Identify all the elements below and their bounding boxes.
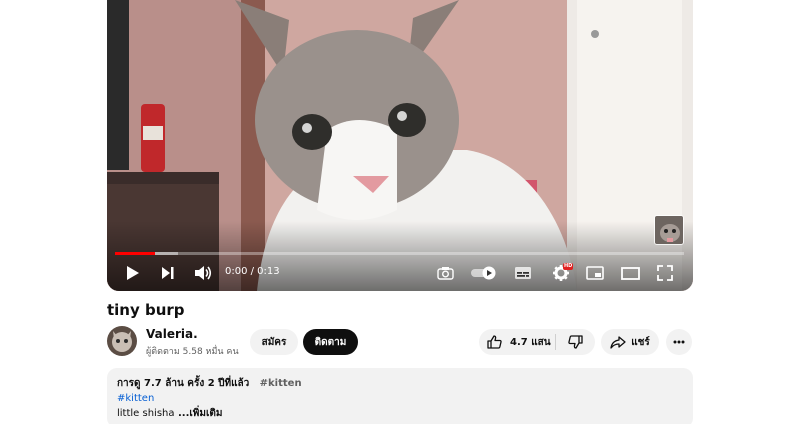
like-dislike-group: 4.7 แสน	[479, 329, 595, 355]
show-more-link[interactable]: ...เพิ่มเติม	[175, 408, 223, 419]
share-label: แชร์	[631, 336, 650, 348]
more-actions-button[interactable]	[666, 329, 692, 355]
settings-button[interactable]: HD	[548, 262, 574, 284]
dislike-button[interactable]	[556, 329, 595, 355]
description-text-line: little shisha ...เพิ่มเติม	[117, 406, 683, 421]
fullscreen-icon	[657, 265, 673, 281]
channel-avatar[interactable]	[107, 326, 137, 356]
camera-icon	[436, 267, 454, 280]
description-box[interactable]: การดู 7.7 ล้าน ครั้ง 2 ปีที่แล้ว #kitten…	[107, 368, 693, 424]
thumbs-up-icon	[487, 335, 502, 349]
subscriber-count: ผู้ติดตาม 5.58 หมื่น คน	[146, 347, 239, 357]
thumbs-down-icon	[568, 335, 583, 349]
join-button[interactable]: สมัคร	[250, 329, 298, 355]
skip-next-icon	[162, 267, 174, 279]
description-meta-line: การดู 7.7 ล้าน ครั้ง 2 ปีที่แล้ว #kitten	[117, 376, 683, 391]
hd-badge: HD	[563, 263, 574, 270]
like-count: 4.7 แสน	[510, 336, 551, 348]
play-icon	[127, 266, 139, 280]
theater-mode-icon	[620, 266, 640, 280]
miniplayer-button[interactable]	[584, 262, 606, 284]
channel-name[interactable]: Valeria.	[146, 327, 198, 341]
subtitles-icon	[515, 267, 531, 279]
more-icon	[673, 340, 685, 344]
autoplay-toggle-icon	[471, 266, 496, 280]
video-player[interactable]: 0:00 / 0:13 HD	[107, 0, 693, 291]
inline-hashtag[interactable]: #kitten	[260, 378, 302, 389]
like-button[interactable]: 4.7 แสน	[479, 329, 555, 355]
next-button[interactable]	[158, 262, 178, 284]
subtitles-button[interactable]	[513, 262, 533, 284]
autoplay-toggle[interactable]	[469, 262, 499, 284]
play-button[interactable]	[123, 262, 143, 284]
volume-button[interactable]	[192, 262, 214, 284]
progress-bar[interactable]	[115, 252, 684, 255]
fullscreen-button[interactable]	[654, 262, 676, 284]
video-title: tiny burp	[107, 301, 185, 319]
time-display: 0:00 / 0:13	[225, 266, 280, 277]
share-icon	[610, 335, 626, 349]
share-button[interactable]: แชร์	[601, 329, 659, 355]
preview-thumbnail[interactable]	[654, 215, 684, 245]
progress-fill	[115, 252, 155, 255]
hashtag-link[interactable]: #kitten	[117, 391, 683, 406]
screenshot-button[interactable]	[435, 262, 455, 284]
description-text: little shisha	[117, 408, 175, 419]
view-stats: การดู 7.7 ล้าน ครั้ง 2 ปีที่แล้ว	[117, 378, 250, 389]
volume-icon	[195, 266, 212, 280]
subscribe-button[interactable]: ติดตาม	[303, 329, 358, 355]
theater-mode-button[interactable]	[618, 262, 642, 284]
miniplayer-icon	[586, 266, 604, 280]
